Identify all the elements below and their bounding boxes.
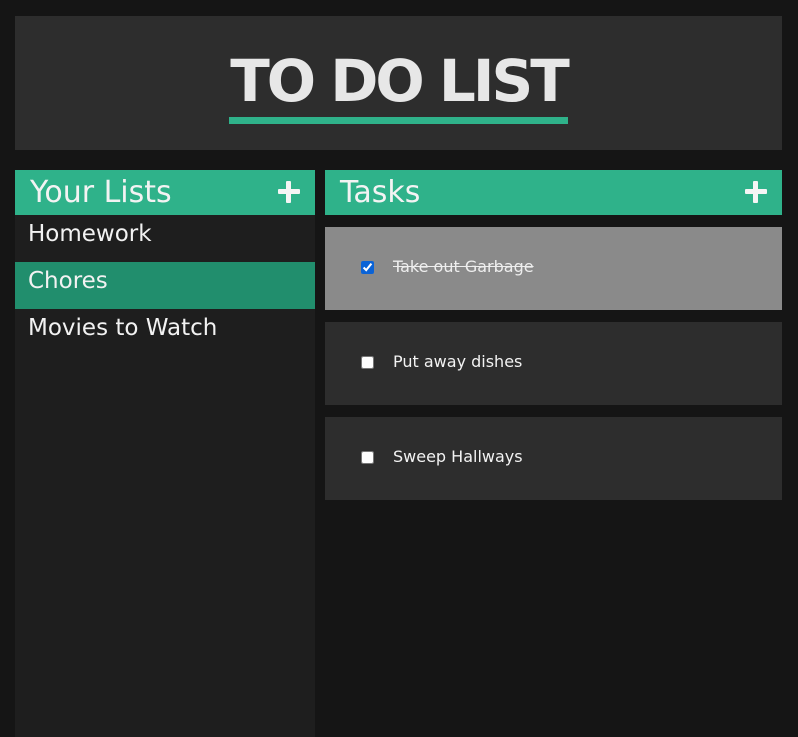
task-item: Take out Garbage <box>325 227 782 310</box>
lists-panel-header: Your Lists <box>15 170 315 215</box>
page-title: TO DO LIST <box>230 47 570 115</box>
tasks-panel-title: Tasks <box>340 175 421 210</box>
task-label: Take out Garbage <box>393 257 534 276</box>
task-item: Put away dishes <box>325 322 782 405</box>
task-checkbox[interactable] <box>361 356 374 369</box>
add-list-plus-icon[interactable] <box>278 181 300 203</box>
lists-panel: Your Lists Homework Chores Movies to Wat… <box>15 170 315 737</box>
list-items: Homework Chores Movies to Watch <box>15 215 315 356</box>
tasks-panel-header: Tasks <box>325 170 782 215</box>
list-item-chores[interactable]: Chores <box>15 262 315 309</box>
tasks-panel: Tasks Take out Garbage Put away dishes S… <box>325 170 782 500</box>
lists-panel-title: Your Lists <box>30 175 172 210</box>
title-underline <box>229 117 568 124</box>
task-checkbox[interactable] <box>361 451 374 464</box>
task-label: Sweep Hallways <box>393 447 523 466</box>
task-label: Put away dishes <box>393 352 523 371</box>
list-item-homework[interactable]: Homework <box>15 215 315 262</box>
task-checkbox[interactable] <box>361 261 374 274</box>
list-item-movies-to-watch[interactable]: Movies to Watch <box>15 309 315 356</box>
task-item: Sweep Hallways <box>325 417 782 500</box>
add-task-plus-icon[interactable] <box>745 181 767 203</box>
header: TO DO LIST <box>15 16 782 150</box>
